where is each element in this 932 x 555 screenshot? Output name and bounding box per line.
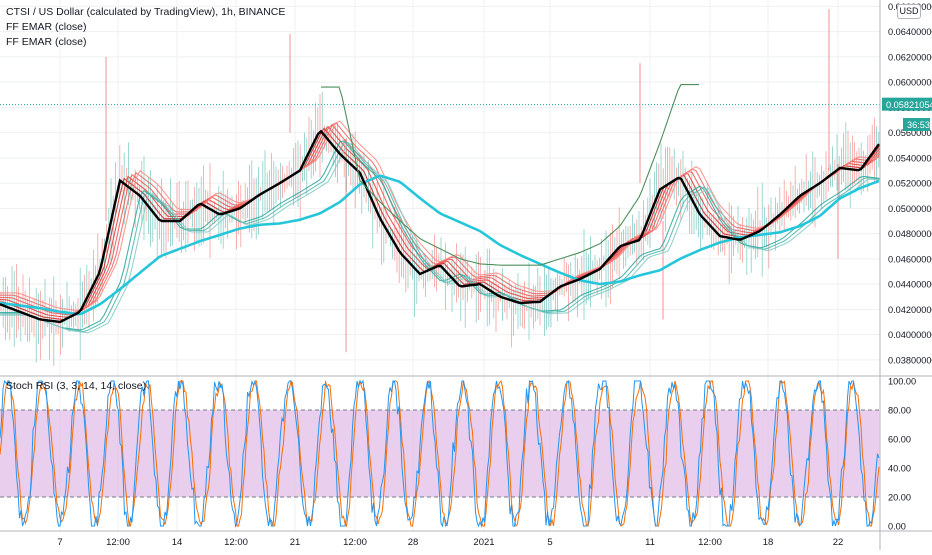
ema-ribbon-line [0,123,881,316]
time-tick-label: 12:00 [224,537,248,548]
rsi-tick-label: 40.00 [888,464,911,474]
price-tick-label: 0.04400000 [888,280,932,290]
ema-ribbon-line [0,141,881,334]
price-tick-label: 0.05200000 [888,179,932,189]
price-tick-label: 0.04800000 [888,229,932,239]
time-tick-label: 28 [408,537,419,548]
countdown-label: 36:53 [907,120,930,130]
ema-ribbon-line [0,125,881,318]
time-tick-label: 18 [763,537,774,548]
ema-ribbon-line [0,127,881,321]
time-tick-label: 12:00 [106,537,130,548]
time-tick-label: 22 [833,537,844,548]
price-tick-label: 0.06400000 [888,27,932,37]
price-tick-label: 0.06000000 [888,78,932,88]
time-tick-label: 12:00 [698,537,722,548]
rsi-tick-label: 80.00 [888,406,911,416]
rsi-tick-label: 100.00 [888,377,916,387]
price-tick-label: 0.03800000 [888,355,932,365]
price-tick-label: 0.04600000 [888,254,932,264]
currency-badge[interactable]: USD [897,4,921,19]
time-tick-label: 7 [57,537,62,548]
price-tick-label: 0.05000000 [888,204,932,214]
time-tick-label: 21 [290,537,301,548]
candles [0,8,880,366]
chart-canvas[interactable]: 0.066000000.064000000.062000000.06000000… [0,0,932,550]
last-price-label: 0.05821054 [886,100,932,110]
time-tick-label: 12:00 [343,537,367,548]
chart-title: CTSI / US Dollar (calculated by TradingV… [6,6,286,18]
time-tick-label: 5 [547,537,552,548]
price-tick-label: 0.04200000 [888,305,932,315]
legend-ema-2: FF EMAR (close) [6,36,87,48]
chart-root: 0.066000000.064000000.062000000.06000000… [0,0,932,550]
price-tick-label: 0.06200000 [888,52,932,62]
rsi-tick-label: 0.00 [888,522,906,532]
stoch-rsi-title: Stoch RSI (3, 3, 14, 14, close) [6,380,147,392]
legend-ema-1: FF EMAR (close) [6,21,87,33]
time-tick-label: 11 [645,537,655,548]
ema-ribbon-line [0,120,881,311]
time-tick-label: 2021 [473,537,494,548]
rsi-tick-label: 20.00 [888,493,911,503]
price-tick-label: 0.04000000 [888,330,932,340]
time-tick-label: 14 [172,537,183,548]
rsi-tick-label: 60.00 [888,435,911,445]
price-tick-label: 0.05400000 [888,153,932,163]
